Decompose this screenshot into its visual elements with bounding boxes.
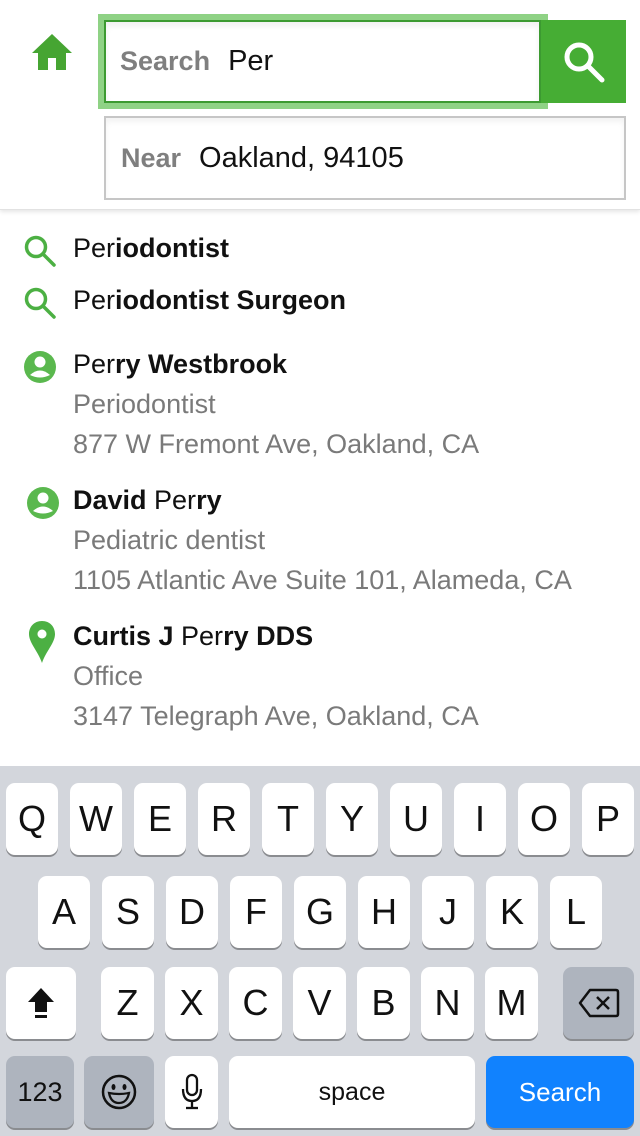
completion-text: iodontist	[115, 233, 230, 263]
key-h[interactable]: H	[358, 876, 410, 948]
suggestion-address: 3147 Telegraph Ave, Oakland, CA	[73, 701, 479, 731]
completion-text: ry DDS	[223, 621, 314, 651]
key-a[interactable]: A	[38, 876, 90, 948]
dictation-key[interactable]	[165, 1056, 218, 1128]
suggestion-person-perry-westbrook[interactable]: Perry Westbrook Periodontist 877 W Fremo…	[0, 345, 640, 467]
key-b[interactable]: B	[357, 967, 410, 1039]
key-q[interactable]: Q	[6, 783, 58, 855]
key-n[interactable]: N	[421, 967, 474, 1039]
shift-key[interactable]	[6, 967, 76, 1039]
key-d[interactable]: D	[166, 876, 218, 948]
key-f[interactable]: F	[230, 876, 282, 948]
key-t[interactable]: T	[262, 783, 314, 855]
key-v[interactable]: V	[293, 967, 346, 1039]
key-c[interactable]: C	[229, 967, 282, 1039]
key-o[interactable]: O	[518, 783, 570, 855]
key-s[interactable]: S	[102, 876, 154, 948]
suggestion-specialty: Office	[73, 661, 144, 691]
match-text: Per	[181, 621, 224, 651]
search-field-focus-ring: Search Per	[98, 14, 548, 109]
search-header: Search Per Near Oakland, 94105	[0, 0, 640, 210]
near-value: Oakland, 94105	[199, 141, 404, 174]
map-pin-icon	[29, 621, 55, 663]
search-icon	[24, 235, 56, 267]
key-j[interactable]: J	[422, 876, 474, 948]
completion-text: David	[73, 485, 155, 515]
shift-icon	[28, 988, 54, 1018]
match-text: Per	[73, 349, 116, 379]
emoji-icon	[101, 1074, 137, 1110]
suggestion-address: 877 W Fremont Ave, Oakland, CA	[73, 429, 480, 459]
near-location-input[interactable]: Near Oakland, 94105	[104, 116, 626, 200]
suggestion-address: 1105 Atlantic Ave Suite 101, Alameda, CA	[73, 565, 572, 595]
suggestion-title: Periodontist	[73, 233, 229, 264]
key-x[interactable]: X	[165, 967, 218, 1039]
match-text: Per	[73, 285, 116, 315]
key-m[interactable]: M	[485, 967, 538, 1039]
search-label: Search	[120, 46, 211, 76]
search-icon	[564, 42, 604, 82]
key-w[interactable]: W	[70, 783, 122, 855]
key-u[interactable]: U	[390, 783, 442, 855]
completion-text: iodontist Surgeon	[115, 285, 347, 315]
completion-text: ry Westbrook	[115, 349, 288, 379]
backspace-icon	[578, 988, 619, 1018]
key-g[interactable]: G	[294, 876, 346, 948]
key-k[interactable]: K	[486, 876, 538, 948]
suggestions-list: Periodontist Periodontist Surgeon Perry …	[0, 211, 640, 766]
emoji-key[interactable]	[84, 1056, 154, 1128]
suggestion-place-curtis-j-perry-dds[interactable]: Curtis J Perry DDS Office 3147 Telegraph…	[0, 617, 640, 739]
key-y[interactable]: Y	[326, 783, 378, 855]
suggestion-specialty: Periodontist	[73, 389, 216, 419]
suggestion-title: Curtis J Perry DDS	[73, 621, 313, 652]
suggestion-specialty: Pediatric dentist	[73, 525, 266, 555]
key-e[interactable]: E	[134, 783, 186, 855]
search-icon	[24, 287, 56, 319]
suggestion-person-david-perry[interactable]: David Perry Pediatric dentist 1105 Atlan…	[0, 481, 640, 603]
match-text: Per	[154, 485, 197, 515]
home-button[interactable]	[30, 32, 76, 72]
suggestion-search-periodontist-surgeon[interactable]: Periodontist Surgeon	[0, 281, 640, 327]
near-label: Near	[121, 142, 182, 173]
search-submit-button[interactable]	[541, 20, 626, 103]
suggestion-title: Perry Westbrook	[73, 349, 287, 380]
key-z[interactable]: Z	[101, 967, 154, 1039]
match-text: Per	[73, 233, 116, 263]
search-return-key[interactable]: Search	[486, 1056, 634, 1128]
onscreen-keyboard: QWERTYUIOP ASDFGHJKL ZXCVBNM 123 space S…	[0, 766, 640, 1136]
home-icon	[32, 34, 72, 70]
numbers-key[interactable]: 123	[6, 1056, 74, 1128]
suggestion-title: David Perry	[73, 485, 222, 516]
person-icon	[24, 351, 56, 383]
space-key[interactable]: space	[229, 1056, 475, 1128]
search-value: Per	[228, 45, 274, 77]
key-p[interactable]: P	[582, 783, 634, 855]
microphone-icon	[181, 1073, 202, 1110]
key-l[interactable]: L	[550, 876, 602, 948]
suggestion-search-periodontist[interactable]: Periodontist	[0, 229, 640, 275]
completion-text: ry	[196, 485, 222, 515]
person-icon	[27, 487, 59, 519]
completion-text: Curtis J	[73, 621, 182, 651]
search-input[interactable]: Search Per	[104, 20, 541, 103]
key-i[interactable]: I	[454, 783, 506, 855]
suggestion-title: Periodontist Surgeon	[73, 285, 346, 316]
key-r[interactable]: R	[198, 783, 250, 855]
delete-key[interactable]	[563, 967, 634, 1039]
